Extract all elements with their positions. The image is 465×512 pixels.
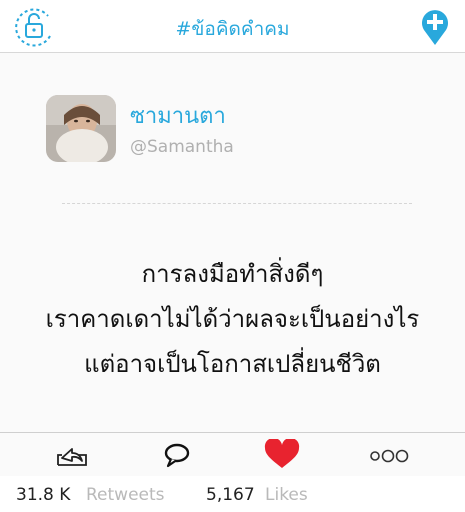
post-screen: #ข้อคิดคำคม ซามานตา @Samantha การลงมือทำ…	[0, 0, 465, 512]
like-button[interactable]	[262, 437, 302, 471]
comment-button[interactable]	[158, 439, 198, 471]
quote-line: การลงมือทำสิ่งดีๆ	[141, 260, 324, 288]
user-handle[interactable]: @Samantha	[130, 137, 234, 157]
add-button[interactable]	[418, 6, 452, 48]
display-name[interactable]: ซามานตา	[130, 98, 226, 133]
quote-text: การลงมือทำสิ่งดีๆ เราคาดเดาไม่ได้ว่าผลจะ…	[0, 252, 465, 387]
page-title: #ข้อคิดคำคม	[175, 18, 290, 40]
share-icon	[57, 448, 87, 466]
action-bar	[0, 432, 465, 478]
retweets-count[interactable]: 31.8 K	[16, 485, 70, 505]
more-button[interactable]	[368, 439, 412, 471]
likes-count[interactable]: 5,167	[206, 485, 255, 505]
avatar[interactable]	[46, 95, 116, 162]
top-bar: #ข้อคิดคำคม	[0, 0, 465, 53]
heart-icon	[264, 437, 300, 468]
more-icon	[370, 449, 409, 463]
retweets-label[interactable]: Retweets	[86, 485, 165, 505]
quote-line: เราคาดเดาไม่ได้ว่าผลจะเป็นอย่างไร	[45, 305, 420, 333]
likes-label[interactable]: Likes	[265, 485, 308, 505]
quote-line: แต่อาจเป็นโอกาสเปลี่ยนชีวิต	[84, 350, 381, 378]
add-location-icon	[422, 10, 448, 45]
avatar-image	[46, 95, 116, 162]
stats-bar: 31.8 K Retweets 5,167 Likes	[0, 476, 465, 512]
share-button[interactable]	[52, 439, 92, 471]
comment-icon	[164, 443, 190, 468]
divider	[62, 203, 412, 204]
